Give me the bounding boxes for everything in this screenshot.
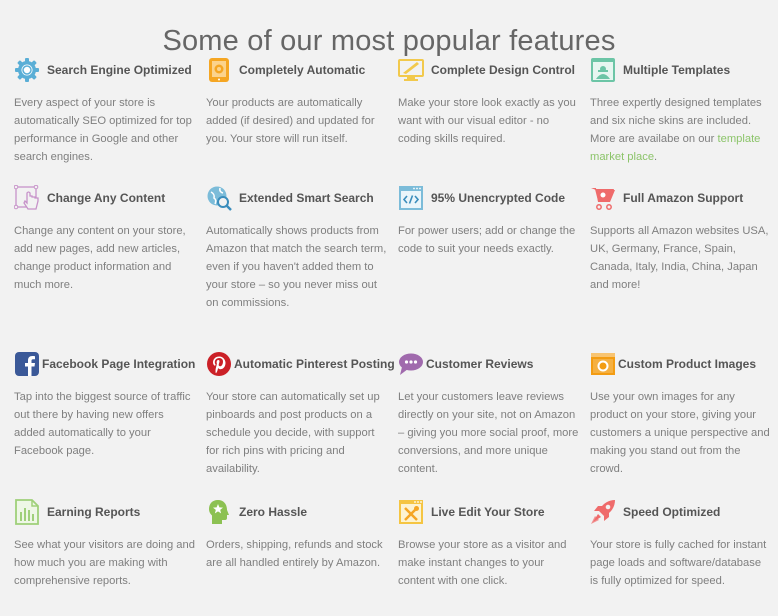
- globe-search-icon: [206, 185, 232, 211]
- feature-description: Orders, shipping, refunds and stock are …: [206, 539, 383, 569]
- feature-title: Zero Hassle: [239, 505, 308, 519]
- feature-title: Custom Product Images: [618, 357, 757, 371]
- feature-automatic-pinterest-posting: Automatic Pinterest Posting Your store c…: [206, 350, 395, 478]
- monitor-brush-icon: [398, 57, 424, 83]
- feature-description: Make your store look exactly as you want…: [398, 97, 576, 145]
- tools-window-icon: [398, 499, 424, 525]
- feature-multiple-templates: Multiple Templates Three expertly design…: [590, 56, 772, 166]
- feature-earning-reports: Earning Reports See what your visitors a…: [14, 498, 196, 590]
- feature-description: Use your own images for any product on y…: [590, 391, 770, 475]
- feature-description: Your store is fully cached for instant p…: [590, 539, 767, 587]
- shopping-cart-icon: [590, 185, 616, 211]
- feature-custom-product-images: Custom Product Images Use your own image…: [590, 350, 772, 478]
- feature-change-any-content: Change Any Content Change any content on…: [14, 184, 196, 294]
- feature-description: Three expertly designed templates and si…: [590, 94, 772, 166]
- feature-unencrypted-code: 95% Unencrypted Code For power users; ad…: [398, 184, 580, 258]
- chat-bubble-icon: [398, 351, 424, 377]
- feature-customer-reviews: Customer Reviews Let your customers leav…: [398, 350, 580, 478]
- rocket-icon: [590, 499, 616, 525]
- facebook-icon: [14, 351, 40, 377]
- feature-title: Full Amazon Support: [623, 191, 744, 205]
- code-window-icon: [398, 185, 424, 211]
- feature-description: Supports all Amazon websites USA, UK, Ge…: [590, 225, 769, 291]
- feature-description: For power users; add or change the code …: [398, 225, 576, 255]
- hand-select-icon: [14, 185, 40, 211]
- template-window-icon: [590, 57, 616, 83]
- feature-complete-design-control: Complete Design Control Make your store …: [398, 56, 580, 148]
- feature-description: Your products are automatically added (i…: [206, 97, 375, 145]
- feature-extended-smart-search: Extended Smart Search Automatically show…: [206, 184, 388, 312]
- feature-description: See what your visitors are doing and how…: [14, 539, 195, 587]
- feature-full-amazon-support: Full Amazon Support Supports all Amazon …: [590, 184, 772, 294]
- feature-description: Every aspect of your store is automatica…: [14, 97, 192, 163]
- feature-title: Extended Smart Search: [239, 191, 374, 205]
- feature-title: Speed Optimized: [623, 505, 721, 519]
- feature-title: Change Any Content: [47, 191, 166, 205]
- feature-completely-automatic: Completely Automatic Your products are a…: [206, 56, 388, 148]
- feature-description: Browse your store as a visitor and make …: [398, 539, 567, 587]
- feature-facebook-page-integration: Facebook Page Integration Tap into the b…: [14, 350, 196, 460]
- head-star-icon: [206, 499, 232, 525]
- pinterest-icon: [206, 351, 232, 377]
- page-title: Some of our most popular features: [162, 25, 616, 58]
- feature-title: Multiple Templates: [623, 63, 731, 77]
- feature-live-edit-your-store: Live Edit Your Store Browse your store a…: [398, 498, 580, 590]
- feature-description: Automatically shows products from Amazon…: [206, 225, 387, 309]
- feature-title: 95% Unencrypted Code: [431, 191, 566, 205]
- gear-globe-icon: [14, 57, 40, 83]
- feature-title: Search Engine Optimized: [47, 63, 192, 77]
- feature-title: Facebook Page Integration: [42, 357, 196, 371]
- feature-description: Tap into the biggest source of traffic o…: [14, 391, 191, 457]
- feature-description: Change any content on your store, add ne…: [14, 225, 186, 291]
- feature-description: Let your customers leave reviews directl…: [398, 391, 579, 475]
- feature-title: Completely Automatic: [239, 63, 366, 77]
- feature-title: Complete Design Control: [431, 63, 576, 77]
- feature-zero-hassle: Zero Hassle Orders, shipping, refunds an…: [206, 498, 388, 572]
- feature-search-engine-optimized: Search Engine Optimized Every aspect of …: [14, 56, 196, 166]
- bar-chart-report-icon: [14, 499, 40, 525]
- feature-title: Automatic Pinterest Posting: [234, 357, 395, 371]
- tablet-gear-icon: [206, 57, 232, 83]
- feature-title: Earning Reports: [47, 505, 141, 519]
- description-text-end: .: [654, 151, 658, 163]
- camera-icon: [590, 351, 616, 377]
- feature-description: Your store can automatically set up pinb…: [206, 391, 380, 475]
- feature-title: Customer Reviews: [426, 357, 534, 371]
- feature-speed-optimized: Speed Optimized Your store is fully cach…: [590, 498, 772, 590]
- feature-title: Live Edit Your Store: [431, 505, 545, 519]
